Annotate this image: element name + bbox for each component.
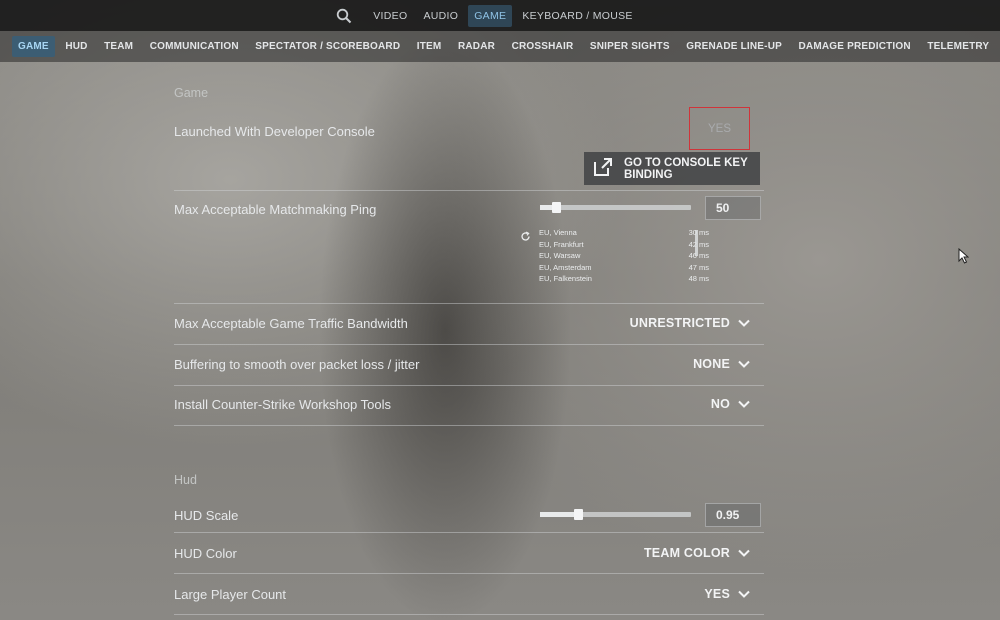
refresh-icon[interactable]: [520, 229, 531, 247]
top-tab-audio[interactable]: AUDIO: [417, 5, 464, 27]
setting-label: Max Acceptable Matchmaking Ping: [174, 202, 377, 217]
server-list-scrollbar[interactable]: [695, 230, 698, 256]
ping-slider[interactable]: [540, 202, 691, 213]
list-item: EU, Amsterdam 47 ms: [539, 262, 709, 274]
buffering-dropdown[interactable]: NONE: [693, 357, 750, 371]
chevron-down-icon: [738, 319, 750, 327]
search-icon[interactable]: [331, 5, 357, 27]
ping-slider-handle[interactable]: [552, 202, 561, 213]
sub-tab-communication[interactable]: COMMUNICATION: [144, 36, 245, 57]
hud-color-value: TEAM COLOR: [643, 546, 730, 560]
sub-tab-telemetry[interactable]: TELEMETRY: [921, 36, 995, 57]
setting-label: Launched With Developer Console: [174, 124, 375, 139]
ping-value-text: 50: [716, 201, 730, 215]
player-count-dropdown[interactable]: YES: [704, 587, 750, 601]
console-key-binding-button[interactable]: GO TO CONSOLE KEY BINDING: [584, 152, 760, 185]
sub-tab-radar[interactable]: RADAR: [452, 36, 501, 57]
chevron-down-icon: [738, 400, 750, 408]
top-tab-video[interactable]: VIDEO: [367, 5, 413, 27]
developer-console-value: YES: [689, 107, 750, 150]
setting-label: HUD Scale: [174, 508, 239, 523]
setting-label: Install Counter-Strike Workshop Tools: [174, 397, 392, 412]
server-name: EU, Amsterdam: [539, 262, 592, 272]
hud-scale-value-text: 0.95: [716, 508, 740, 522]
sub-tab-hud[interactable]: HUD: [59, 36, 93, 57]
setting-label: Buffering to smooth over packet loss / j…: [174, 357, 420, 372]
sub-tab-team[interactable]: TEAM: [98, 36, 139, 57]
server-ping: 47 ms: [688, 262, 709, 272]
sub-tab-item[interactable]: ITEM: [411, 36, 448, 57]
bandwidth-dropdown[interactable]: UNRESTRICTED: [630, 316, 750, 330]
hud-scale-slider[interactable]: [540, 509, 691, 520]
list-item: EU, Falkenstein 48 ms: [539, 273, 709, 285]
sub-tab-game[interactable]: GAME: [12, 36, 55, 57]
workshop-value: NO: [710, 397, 730, 411]
buffering-value: NONE: [693, 357, 730, 371]
top-tab-keyboard-mouse[interactable]: KEYBOARD / MOUSE: [516, 5, 638, 27]
hud-scale-slider-handle[interactable]: [574, 509, 583, 520]
setting-row-large-player-count[interactable]: Large Player Count YES: [174, 574, 764, 615]
list-item: EU, Frankfurt 42 ms: [539, 239, 709, 251]
section-title-game: Game: [174, 86, 209, 100]
server-ping-list[interactable]: EU, Vienna 30 ms EU, Frankfurt 42 ms EU, W…: [539, 227, 709, 285]
setting-row-workshop-tools[interactable]: Install Counter-Strike Workshop Tools NO: [174, 386, 764, 426]
chevron-down-icon: [738, 590, 750, 598]
setting-row-hud-color[interactable]: HUD Color TEAM COLOR: [174, 533, 764, 574]
setting-label: Max Acceptable Game Traffic Bandwidth: [174, 316, 408, 331]
server-name: EU, Warsaw: [539, 251, 581, 260]
server-ping: 42 ms: [688, 239, 709, 249]
section-title-hud: Hud: [174, 473, 197, 487]
list-item: EU, Vienna 30 ms: [539, 227, 709, 239]
chevron-down-icon: [738, 360, 750, 368]
bandwidth-value: UNRESTRICTED: [629, 316, 730, 330]
sub-tab-grenade-line-up[interactable]: GRENADE LINE-UP: [680, 36, 788, 57]
mouse-cursor-icon: [958, 247, 970, 269]
setting-label: Large Player Count: [174, 587, 287, 602]
list-item: EU, Warsaw 46 ms: [539, 250, 709, 262]
chevron-down-icon: [738, 549, 750, 557]
player-count-value: YES: [704, 587, 730, 601]
setting-label: HUD Color: [174, 546, 237, 561]
developer-console-value-text: YES: [707, 122, 731, 135]
hud-color-dropdown[interactable]: TEAM COLOR: [644, 546, 750, 560]
top-tab-game[interactable]: GAME: [468, 4, 513, 27]
server-ping: 48 ms: [688, 274, 709, 283]
sub-tab-damage-prediction[interactable]: DAMAGE PREDICTION: [793, 36, 917, 57]
hud-scale-value-input[interactable]: 0.95: [705, 503, 761, 527]
setting-row-buffering[interactable]: Buffering to smooth over packet loss / j…: [174, 345, 764, 386]
sub-tab-crosshair[interactable]: CROSSHAIR: [506, 36, 580, 57]
sub-tab-spectator-scoreboard[interactable]: SPECTATOR / SCOREBOARD: [249, 36, 406, 57]
server-name: EU, Falkenstein: [539, 274, 592, 283]
external-link-icon: [592, 156, 614, 181]
hud-scale-slider-fill: [540, 512, 577, 517]
ping-value-input[interactable]: 50: [705, 196, 761, 220]
workshop-dropdown[interactable]: NO: [711, 397, 750, 411]
server-ping: 30 ms: [688, 228, 709, 237]
server-name: EU, Frankfurt: [539, 239, 584, 249]
sub-tab-sniper-sights[interactable]: SNIPER SIGHTS: [584, 36, 676, 57]
sub-navigation-bar: GAME HUD TEAM COMMUNICATION SPECTATOR / …: [0, 31, 1000, 62]
server-ping: 46 ms: [688, 251, 709, 260]
console-key-binding-label: GO TO CONSOLE KEY BINDING: [624, 156, 748, 181]
top-navigation-bar: VIDEO AUDIO GAME KEYBOARD / MOUSE: [0, 0, 1000, 31]
server-name: EU, Vienna: [539, 228, 577, 237]
setting-row-traffic-bandwidth[interactable]: Max Acceptable Game Traffic Bandwidth UN…: [174, 304, 764, 345]
